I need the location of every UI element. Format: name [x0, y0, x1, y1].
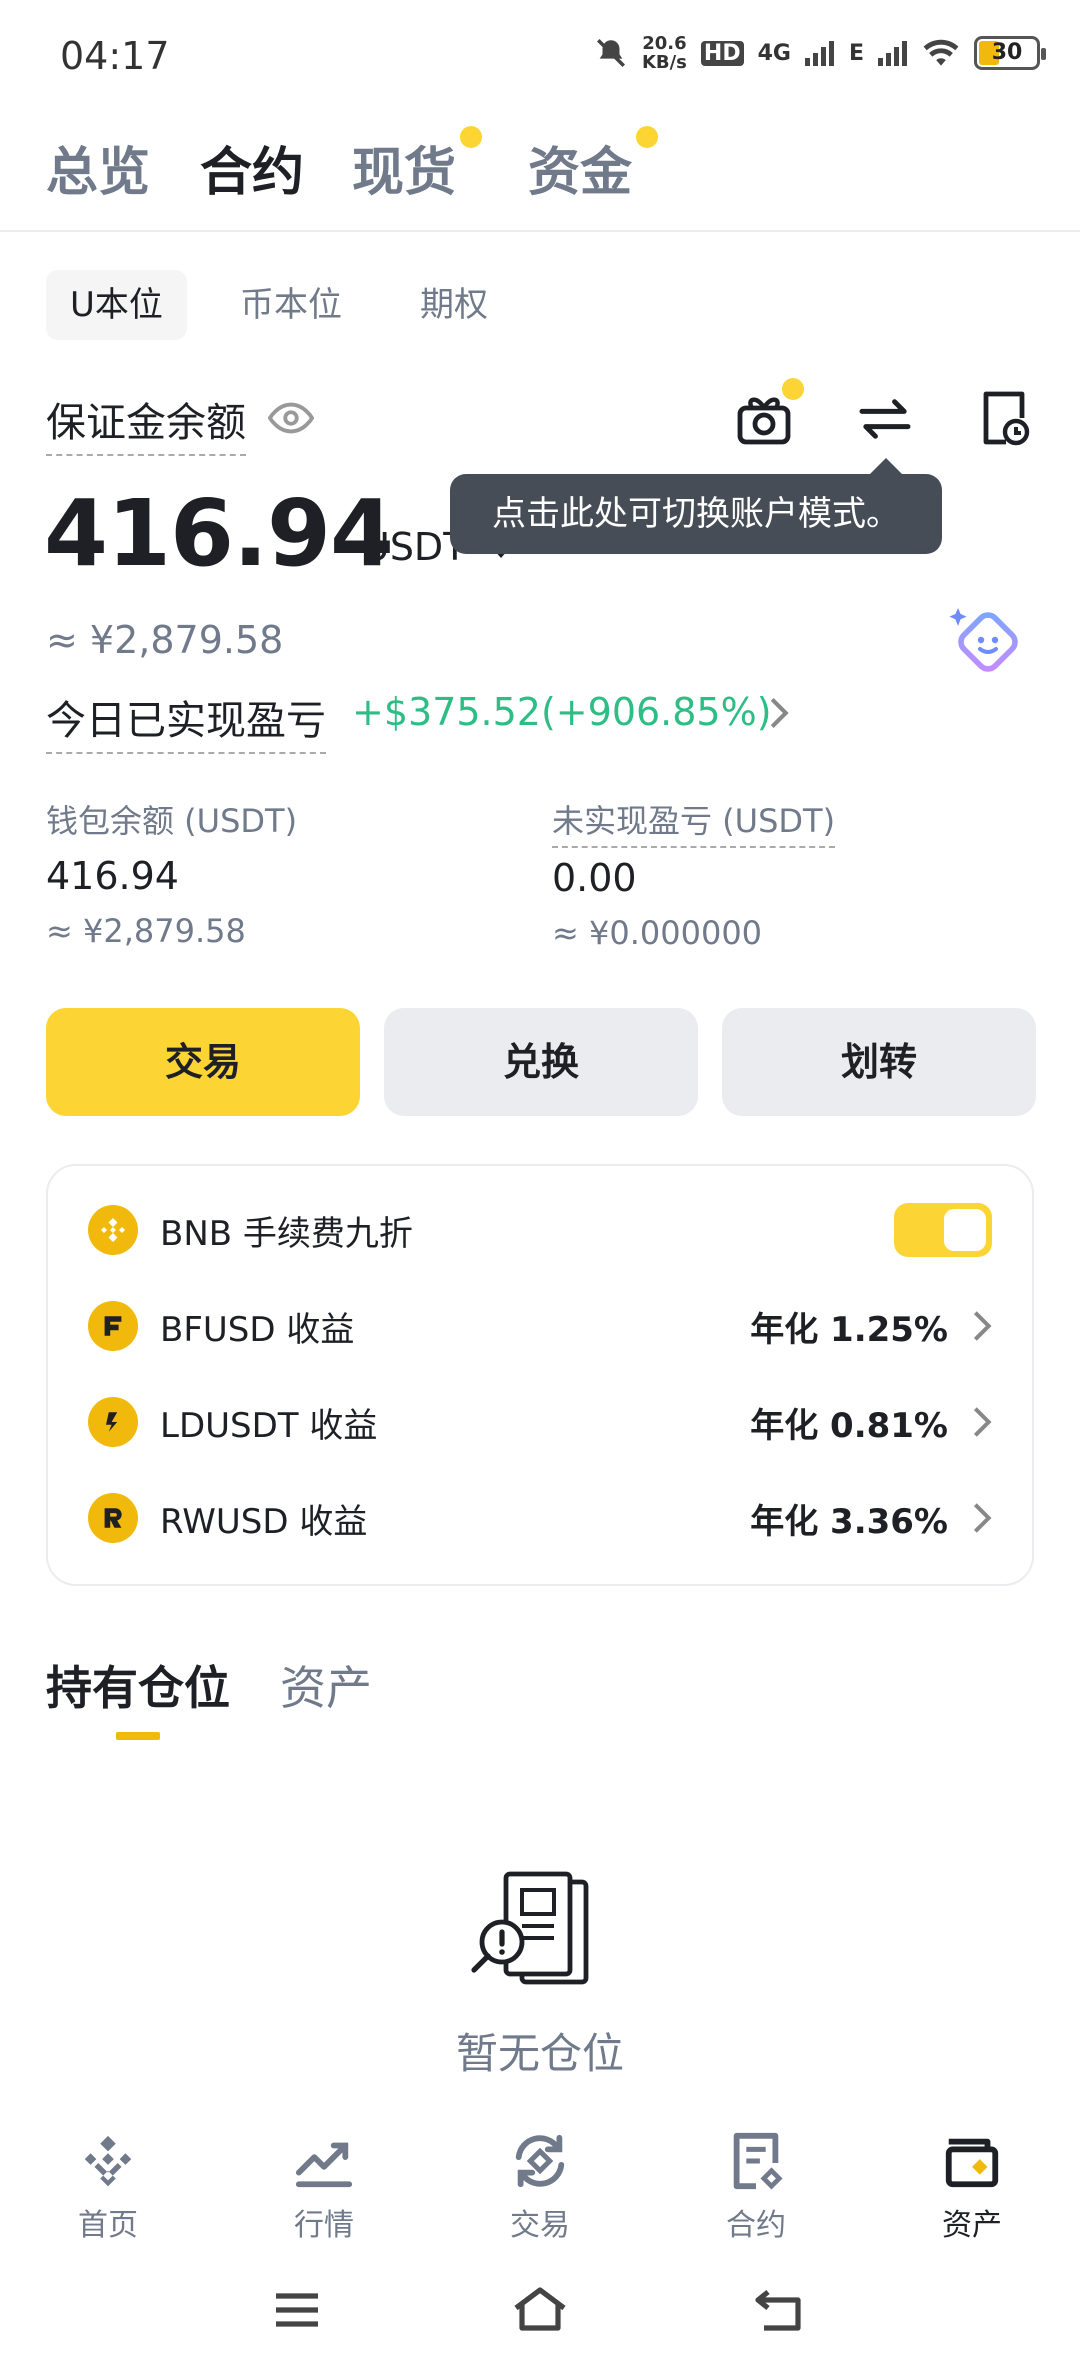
nav-futures[interactable]: 合约 [648, 2130, 864, 2244]
trade-button[interactable]: 交易 [46, 1008, 360, 1116]
fee-earn-card: BNB 手续费九折 BFUSD 收益 年化 1.25% LDUSDT 收益 年化… [46, 1164, 1034, 1586]
bnb-discount-toggle[interactable] [894, 1203, 992, 1257]
margin-balance-label[interactable]: 保证金余额 [46, 390, 246, 456]
unrealized-pnl-value: 0.00 [552, 856, 637, 900]
spot-notification-dot [460, 126, 482, 148]
balance-cny: ≈ ¥2,879.58 [46, 618, 284, 662]
bfusd-coin-icon [88, 1301, 138, 1351]
header-divider [0, 230, 1080, 232]
nav-label: 资产 [942, 2208, 1002, 2243]
earn-row-ldusdt[interactable]: LDUSDT 收益 年化 0.81% [88, 1392, 992, 1452]
status-time: 04:17 [60, 34, 170, 78]
signal-e-label: E [848, 40, 864, 66]
battery-icon: 30 [974, 36, 1046, 70]
subtab-options[interactable]: 期权 [396, 270, 512, 340]
earn-row-rate: 年化 3.36% [750, 1501, 948, 1542]
wallet-balance-cny: ≈ ¥2,879.58 [46, 912, 246, 950]
bnb-discount-row: BNB 手续费九折 [88, 1200, 992, 1260]
active-tab-underline [116, 1732, 160, 1740]
nav-label: 行情 [294, 2208, 354, 2243]
net-speed: 20.6 KB/s [641, 33, 687, 73]
eye-icon[interactable] [268, 398, 314, 438]
earn-row-rate: 年化 0.81% [750, 1405, 948, 1446]
unrealized-pnl-label[interactable]: 未实现盈亏 (USDT) [552, 796, 836, 848]
earn-row-label: BFUSD 收益 [160, 1309, 355, 1350]
chevron-right-icon [973, 1311, 992, 1341]
signal-bars-icon [804, 41, 834, 66]
earn-row-label: LDUSDT 收益 [160, 1405, 378, 1446]
earn-row-label: RWUSD 收益 [160, 1501, 368, 1542]
empty-positions-icon [471, 1871, 589, 1985]
history-icon[interactable] [978, 390, 1030, 446]
nav-label: 合约 [726, 2208, 786, 2243]
transfer-button[interactable]: 划转 [722, 1008, 1036, 1116]
chevron-right-icon [973, 1407, 992, 1437]
nav-home[interactable]: 首页 [0, 2130, 216, 2244]
chevron-right-icon [973, 1503, 992, 1533]
account-mode-tooltip[interactable]: 点击此处可切换账户模式。 [450, 458, 942, 554]
tab-spot[interactable]: 现货 [352, 130, 456, 205]
gift-notification-dot [782, 378, 804, 400]
ldusdt-coin-icon [88, 1397, 138, 1447]
ai-assistant-icon[interactable] [946, 604, 1026, 676]
signal-bars-2-icon [878, 41, 907, 66]
system-home-icon[interactable] [510, 2286, 570, 2332]
mute-bell-icon [596, 38, 625, 68]
gift-camera-icon[interactable] [736, 394, 792, 446]
system-menu-icon[interactable] [272, 2290, 322, 2330]
wifi-icon [923, 39, 959, 66]
subtab-usdm[interactable]: U本位 [46, 270, 187, 340]
markets-icon [295, 2142, 353, 2188]
signal-4g-label: 4G [757, 40, 791, 66]
tab-positions[interactable]: 持有仓位 [46, 1652, 230, 1718]
home-icon [84, 2135, 132, 2187]
nav-label: 交易 [510, 2208, 570, 2243]
nav-trade[interactable]: 交易 [432, 2130, 648, 2244]
nav-markets[interactable]: 行情 [216, 2130, 432, 2244]
subtab-coinm[interactable]: 币本位 [216, 270, 366, 340]
earn-row-rwusd[interactable]: RWUSD 收益 年化 3.36% [88, 1488, 992, 1548]
funding-notification-dot [636, 126, 658, 148]
system-back-icon[interactable] [752, 2288, 804, 2332]
bnb-coin-icon [88, 1205, 138, 1255]
empty-positions-text: 暂无仓位 [455, 2029, 624, 2078]
wallet-balance-value: 416.94 [46, 854, 179, 898]
nav-label: 首页 [78, 2208, 138, 2243]
trade-icon [515, 2134, 565, 2188]
tab-assets[interactable]: 资产 [280, 1652, 372, 1718]
wallet-balance-label: 钱包余额 (USDT) [46, 802, 298, 840]
earn-row-bfusd[interactable]: BFUSD 收益 年化 1.25% [88, 1296, 992, 1356]
margin-balance-amount: 416.94 [44, 480, 394, 587]
earn-row-rate: 年化 1.25% [750, 1309, 948, 1350]
nav-assets[interactable]: 资产 [864, 2130, 1080, 2244]
hd-badge: HD [700, 40, 744, 66]
status-icons: 20.6 KB/s HD 4G E 30 [594, 33, 1046, 73]
convert-button[interactable]: 兑换 [384, 1008, 698, 1116]
futures-icon [733, 2132, 783, 2190]
rwusd-coin-icon [88, 1493, 138, 1543]
tab-funding[interactable]: 资金 [528, 130, 632, 205]
switch-mode-icon[interactable] [858, 396, 912, 442]
unrealized-pnl-cny: ≈ ¥0.000000 [552, 914, 763, 952]
wallet-icon [945, 2138, 999, 2188]
tab-overview[interactable]: 总览 [46, 130, 150, 205]
today-realized-pnl-value[interactable]: +$375.52(+906.85%) [352, 690, 772, 734]
bnb-discount-label: BNB 手续费九折 [160, 1213, 413, 1254]
today-realized-pnl-label[interactable]: 今日已实现盈亏 [46, 688, 326, 754]
pnl-chevron-right-icon[interactable] [768, 696, 790, 730]
tab-futures[interactable]: 合约 [200, 130, 304, 205]
